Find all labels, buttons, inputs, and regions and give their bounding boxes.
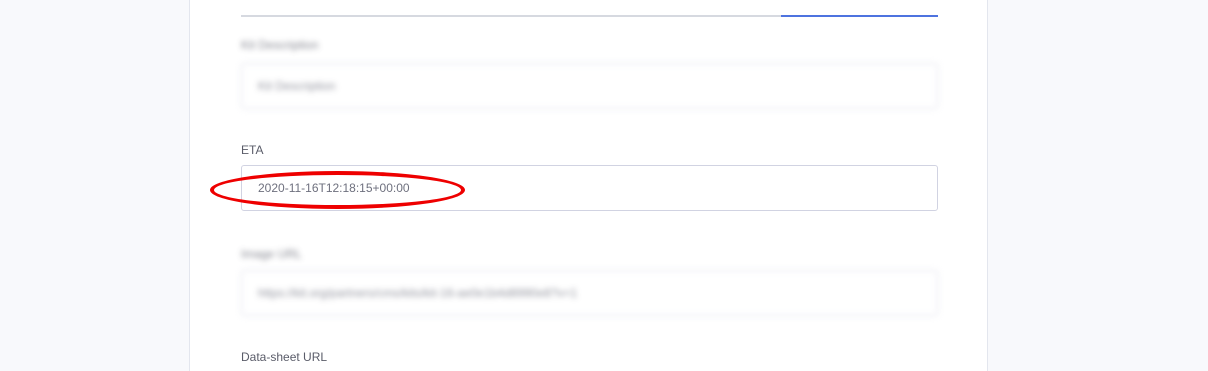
image-url-input[interactable]: https://kit.org/partners/cms/kits/kit-16… xyxy=(241,270,938,316)
eta-input[interactable]: 2020-11-16T12:18:15+00:00 xyxy=(241,165,938,211)
datasheet-url-label: Data-sheet URL xyxy=(241,350,328,364)
eta-value: 2020-11-16T12:18:15+00:00 xyxy=(258,181,410,195)
kit-description-input[interactable]: Kit Description xyxy=(241,63,938,109)
eta-label: ETA xyxy=(241,143,264,157)
image-url-label: Image URL xyxy=(241,247,302,261)
form-panel: Kit Description Kit Description ETA 2020… xyxy=(189,0,988,371)
image-url-value: https://kit.org/partners/cms/kits/kit-16… xyxy=(258,286,578,300)
active-tab-indicator xyxy=(781,15,938,17)
kit-description-placeholder: Kit Description xyxy=(258,79,336,93)
kit-description-label: Kit Description xyxy=(241,38,319,52)
